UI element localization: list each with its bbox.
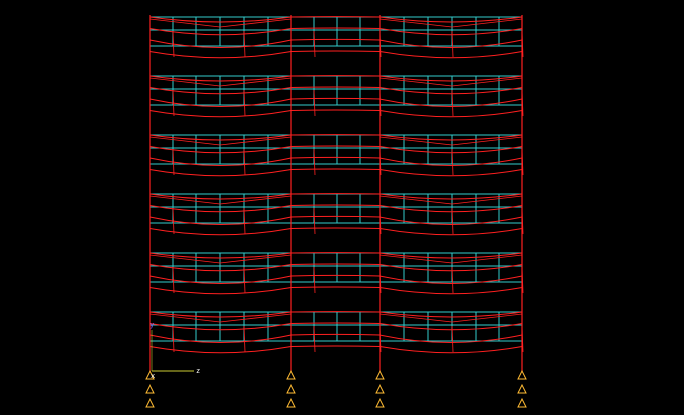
deformed-beam [149, 145, 523, 154]
x-axis-label: x [151, 372, 155, 380]
deformed-brace [451, 77, 523, 87]
deformed-brace [379, 254, 453, 264]
support-icon [286, 383, 296, 394]
deformed-post [172, 266, 175, 294]
deformed-brace [149, 313, 221, 323]
deformed-brace [219, 77, 292, 87]
support-icon [145, 383, 155, 394]
deformed-brace [379, 313, 453, 323]
deformed-post [313, 207, 316, 235]
deformed-post [243, 266, 246, 294]
deformed-post [243, 148, 246, 176]
deformed-brace [451, 195, 523, 205]
deformed-post [172, 89, 175, 117]
y-axis-label: y [150, 321, 154, 329]
support-icon [286, 369, 296, 380]
deformed-beam [149, 27, 523, 36]
deformed-brace [219, 313, 292, 323]
deformed-post [313, 89, 316, 117]
deformed-brace [451, 313, 523, 323]
support-icon [375, 383, 385, 394]
undeformed-mesh [149, 16, 523, 342]
deformed-beam [149, 50, 523, 59]
deformed-beam [149, 227, 523, 236]
deformed-beam [149, 168, 523, 177]
deformed-brace [451, 136, 523, 146]
deformed-post [313, 266, 316, 294]
deformed-brace [219, 18, 292, 28]
support-icon [517, 369, 527, 380]
support-icon [517, 397, 527, 408]
deformed-post [243, 30, 246, 58]
deformed-brace [219, 195, 292, 205]
deformed-post [243, 89, 246, 117]
model-viewport[interactable]: x y z [0, 0, 684, 415]
z-axis-label: z [196, 367, 200, 375]
deformed-beam [149, 263, 523, 272]
deformed-post [243, 325, 246, 353]
deformed-post [172, 148, 175, 176]
support-icon [375, 369, 385, 380]
deformed-beam [149, 86, 523, 95]
support-symbols [145, 369, 527, 408]
deformed-beam [149, 204, 523, 213]
deformed-post [313, 325, 316, 353]
deformed-brace [379, 136, 453, 146]
deformed-brace [149, 195, 221, 205]
structural-model-canvas[interactable]: x y z [0, 0, 684, 415]
deformed-brace [451, 18, 523, 28]
deformed-brace [149, 254, 221, 264]
deformed-post [172, 207, 175, 235]
deformed-brace [149, 77, 221, 87]
deformed-brace [149, 136, 221, 146]
deformed-brace [149, 18, 221, 28]
deformed-brace [379, 77, 453, 87]
deformed-brace [379, 195, 453, 205]
support-icon [375, 397, 385, 408]
deformed-beam [149, 109, 523, 118]
support-icon [517, 383, 527, 394]
deformed-post [313, 30, 316, 58]
deformed-brace [219, 136, 292, 146]
deformed-beam [149, 345, 523, 354]
deformed-post [313, 148, 316, 176]
deformed-post [172, 30, 175, 58]
deformed-post [243, 207, 246, 235]
support-icon [286, 397, 296, 408]
deformed-brace [219, 254, 292, 264]
deformed-brace [379, 18, 453, 28]
support-icon [145, 397, 155, 408]
deformed-beam [149, 286, 523, 295]
deformed-brace [451, 254, 523, 264]
deformed-beam [149, 322, 523, 331]
deformed-post [172, 325, 175, 353]
